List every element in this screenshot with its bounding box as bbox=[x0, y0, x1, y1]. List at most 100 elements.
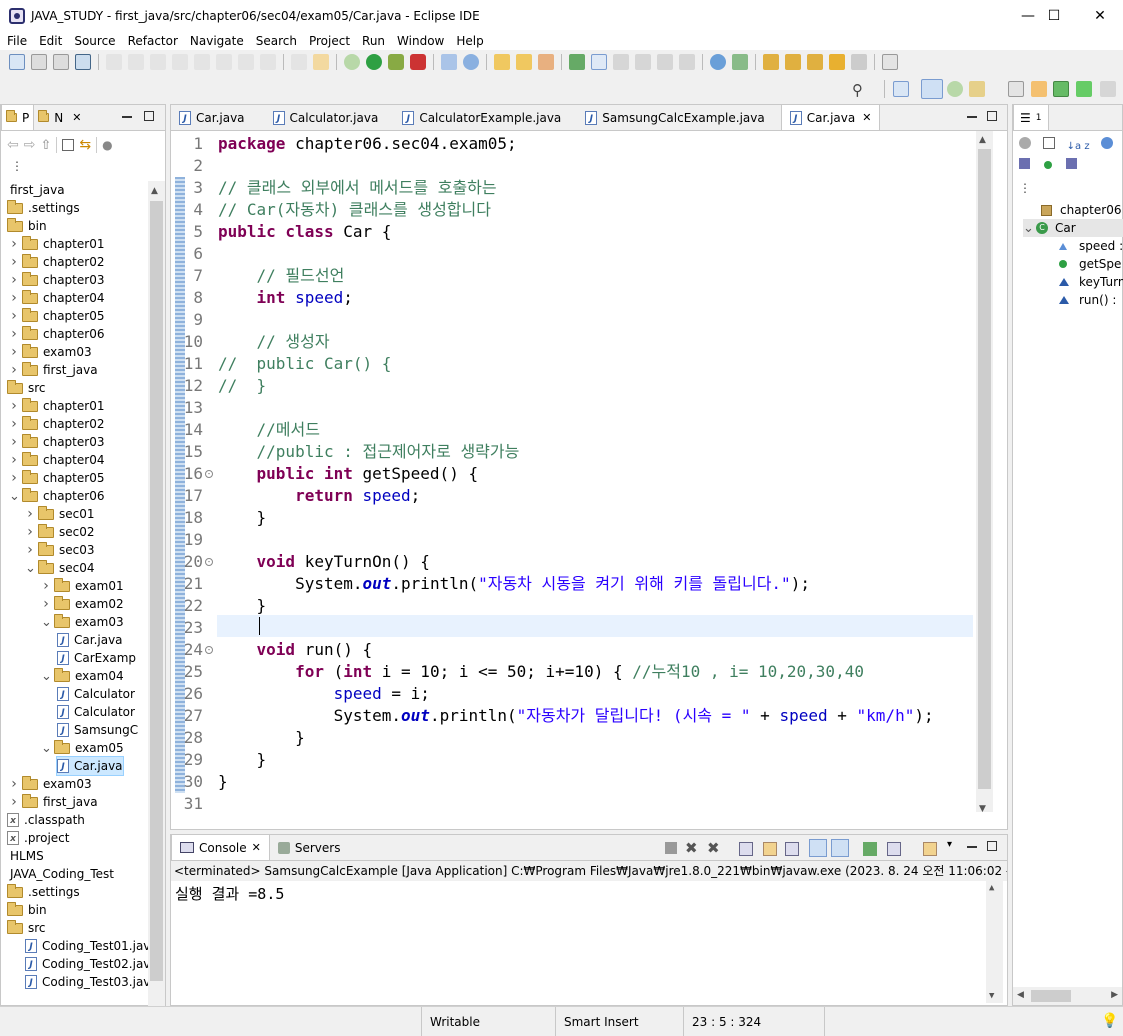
menu-file[interactable]: File bbox=[0, 34, 32, 48]
code-line[interactable]: int speed; bbox=[218, 287, 353, 309]
outline-item[interactable]: ⌄ C Car bbox=[1023, 219, 1123, 237]
word-wrap-icon[interactable] bbox=[785, 842, 799, 856]
terminate-icon[interactable] bbox=[665, 842, 677, 854]
tree-item[interactable]: › exam02 bbox=[41, 595, 124, 613]
minimize-icon[interactable] bbox=[967, 846, 977, 848]
menu-window[interactable]: Window bbox=[390, 34, 449, 48]
code-line[interactable]: public class Car { bbox=[218, 221, 391, 243]
outline-icon[interactable] bbox=[1053, 81, 1069, 97]
link-editor-icon[interactable]: ⇆ bbox=[79, 137, 91, 153]
hide-non-public-icon[interactable] bbox=[1019, 158, 1030, 169]
menu-navigate[interactable]: Navigate bbox=[183, 34, 249, 48]
tree-item[interactable]: J Coding_Test02.java bbox=[25, 955, 158, 973]
scroll-thumb[interactable] bbox=[1031, 990, 1071, 1002]
outline-item[interactable]: chapter06 bbox=[1041, 201, 1121, 219]
tab-calculator-java[interactable]: J Calculator.java bbox=[265, 105, 387, 130]
editor-scrollbar[interactable]: ▲ ▼ bbox=[976, 131, 993, 814]
close-button[interactable]: ✕ bbox=[1077, 0, 1123, 31]
tree-item[interactable]: › sec03 bbox=[25, 541, 95, 559]
back-arrow-icon[interactable]: ⇦ bbox=[7, 137, 19, 153]
code-line[interactable]: package chapter06.sec04.exam05; bbox=[218, 133, 517, 155]
pilcrow-icon[interactable] bbox=[679, 54, 695, 70]
tree-item[interactable]: › chapter01 bbox=[9, 235, 104, 253]
step-return-icon[interactable] bbox=[260, 54, 276, 70]
chevron-down-icon[interactable]: ⌄ bbox=[41, 615, 52, 630]
globe-icon[interactable] bbox=[710, 54, 726, 70]
chevron-right-icon[interactable]: › bbox=[41, 596, 51, 612]
step-into-icon[interactable] bbox=[216, 54, 232, 70]
tree-item[interactable]: src bbox=[7, 919, 46, 937]
tree-item[interactable]: .settings bbox=[7, 199, 80, 217]
next-annotation-icon[interactable] bbox=[763, 54, 779, 70]
view-menu-icon[interactable]: ⋮ bbox=[1013, 181, 1122, 201]
tree-item[interactable]: › sec02 bbox=[25, 523, 95, 541]
hide-static-icon[interactable] bbox=[1101, 137, 1114, 149]
collapse-all-icon[interactable] bbox=[1042, 137, 1055, 149]
tree-item[interactable]: › chapter02 bbox=[9, 415, 104, 433]
disconnect-icon[interactable] bbox=[194, 54, 210, 70]
chevron-right-icon[interactable]: › bbox=[9, 308, 19, 324]
git-perspective-icon[interactable] bbox=[969, 81, 985, 97]
tree-item[interactable]: › exam01 bbox=[41, 577, 124, 595]
tab-package-explorer[interactable]: P bbox=[1, 105, 35, 130]
back-icon[interactable] bbox=[829, 54, 845, 70]
tree-item[interactable]: x .classpath bbox=[7, 811, 85, 829]
tree-item[interactable]: bin bbox=[7, 217, 47, 235]
run-icon[interactable] bbox=[366, 54, 382, 70]
tree-item[interactable]: ⌄ sec04 bbox=[25, 559, 95, 577]
chevron-right-icon[interactable]: › bbox=[9, 470, 19, 486]
tree-item[interactable]: bin bbox=[7, 901, 47, 919]
tree-item[interactable]: › chapter04 bbox=[9, 289, 104, 307]
menu-source[interactable]: Source bbox=[67, 34, 120, 48]
maximize-icon[interactable] bbox=[144, 111, 154, 121]
sort-icon[interactable]: ↓a z bbox=[1067, 141, 1090, 152]
search-icon[interactable] bbox=[538, 54, 554, 70]
external-tools-icon[interactable] bbox=[410, 54, 426, 70]
scroll-right-icon[interactable]: ▶ bbox=[1111, 990, 1118, 1000]
library-icon[interactable] bbox=[1076, 81, 1092, 97]
tree-item[interactable]: J SamsungC bbox=[57, 721, 138, 739]
tree-item[interactable]: › sec01 bbox=[25, 505, 95, 523]
pin-icon[interactable] bbox=[732, 54, 748, 70]
chevron-right-icon[interactable]: › bbox=[9, 272, 19, 288]
scroll-up-icon[interactable]: ▲ bbox=[989, 883, 994, 893]
chevron-right-icon[interactable]: › bbox=[9, 254, 19, 270]
forward-arrow-icon[interactable]: ⇨ bbox=[24, 137, 36, 153]
lightbulb-icon[interactable]: 💡 bbox=[1101, 1013, 1118, 1029]
tree-item[interactable]: › chapter05 bbox=[9, 307, 104, 325]
terminal-icon[interactable] bbox=[75, 54, 91, 70]
close-icon[interactable]: ✕ bbox=[252, 841, 261, 854]
outline-item[interactable]: getSpe bbox=[1059, 255, 1121, 273]
clear-console-icon[interactable] bbox=[739, 842, 753, 856]
code-line[interactable]: // 생성자 bbox=[218, 331, 330, 353]
debug-icon[interactable] bbox=[344, 54, 360, 70]
code-line[interactable]: // 클래스 외부에서 메서드를 호출하는 bbox=[218, 177, 497, 199]
tree-item[interactable]: › chapter04 bbox=[9, 451, 104, 469]
highlight-icon[interactable] bbox=[591, 54, 607, 70]
close-icon[interactable]: ✕ bbox=[862, 111, 871, 124]
skip-breakpoints-icon[interactable] bbox=[106, 54, 122, 70]
chevron-right-icon[interactable]: › bbox=[9, 434, 19, 450]
outline-item[interactable]: keyTurn bbox=[1059, 273, 1123, 291]
pin-console-icon[interactable] bbox=[863, 842, 877, 856]
chevron-right-icon[interactable]: › bbox=[9, 776, 19, 792]
menu-help[interactable]: Help bbox=[449, 34, 488, 48]
chevron-right-icon[interactable]: › bbox=[25, 506, 35, 522]
minimize-icon[interactable] bbox=[122, 116, 132, 118]
tree-item[interactable]: first_java bbox=[5, 181, 65, 199]
chevron-right-icon[interactable]: › bbox=[9, 344, 19, 360]
open-console-icon[interactable] bbox=[923, 842, 937, 856]
open-type-icon[interactable] bbox=[494, 54, 510, 70]
close-icon[interactable]: ✕ bbox=[72, 111, 81, 124]
block-selection-icon[interactable] bbox=[635, 54, 651, 70]
chevron-right-icon[interactable]: › bbox=[9, 452, 19, 468]
display-console-icon[interactable] bbox=[887, 842, 901, 856]
tree-item[interactable]: › chapter03 bbox=[9, 271, 104, 289]
menu-edit[interactable]: Edit bbox=[32, 34, 67, 48]
tree-item[interactable]: x .project bbox=[7, 829, 69, 847]
java-perspective-icon[interactable] bbox=[921, 79, 943, 99]
terminate-icon[interactable] bbox=[172, 54, 188, 70]
suspend-icon[interactable] bbox=[150, 54, 166, 70]
tree-item[interactable]: J Car.java bbox=[56, 756, 124, 776]
code-line[interactable]: //public : 접근제어자로 생략가능 bbox=[218, 441, 520, 463]
